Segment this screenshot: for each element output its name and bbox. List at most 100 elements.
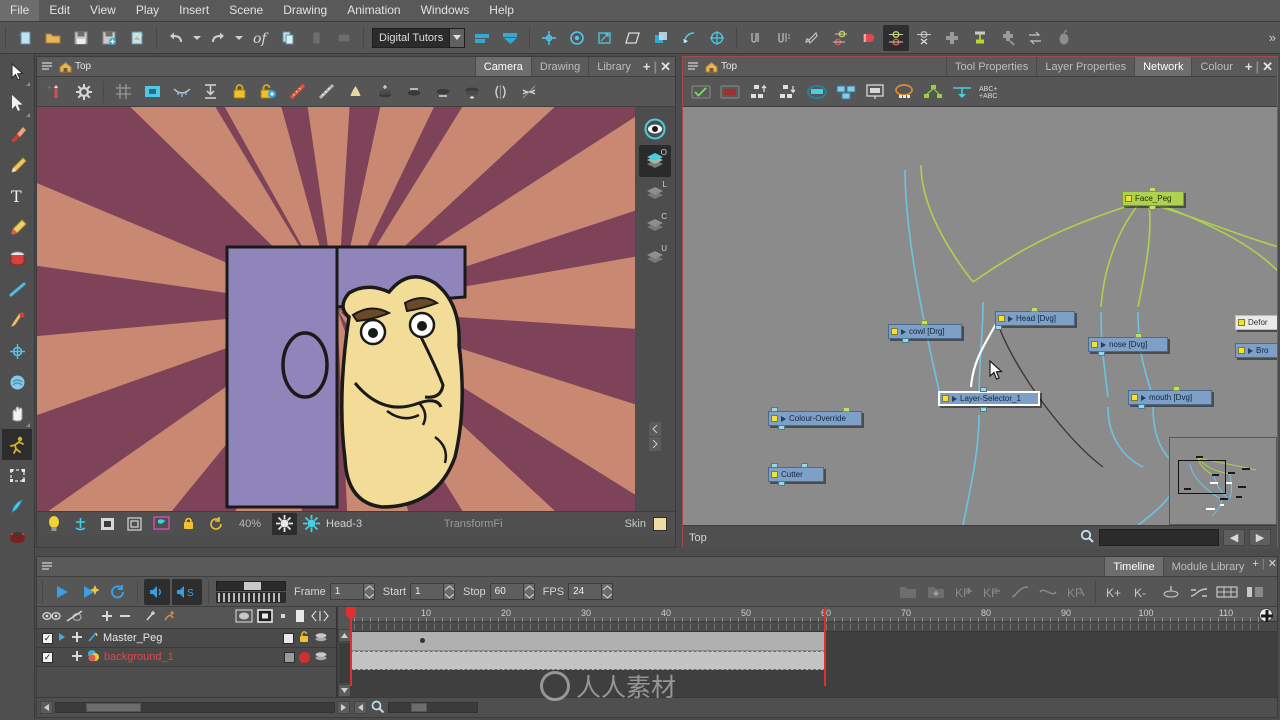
onion-skin-l-icon[interactable]: L [639,177,671,209]
network-canvas[interactable]: Face_Peg cowl [Drg] Head [Dvg] nose [Dvg… [683,107,1277,525]
scroll-up-button[interactable] [337,629,351,642]
node-cutter[interactable]: Cutter [768,467,824,482]
node-port-out[interactable] [1098,351,1105,356]
light-bulb-icon[interactable] [41,513,66,535]
flip-v-icon[interactable] [516,79,543,105]
add-peg-icon[interactable] [144,609,158,626]
fps-field[interactable]: FPS 24 [543,583,614,600]
node-port-in[interactable] [921,320,928,325]
panel-menu-icon[interactable] [683,57,703,76]
frame-stepper[interactable] [363,583,375,600]
node-nose[interactable]: nose [Dvg] [1088,337,1168,352]
duplicate-node-icon[interactable] [832,79,859,105]
add-view-button[interactable]: + [1252,558,1258,570]
node-layer-selector-1[interactable]: Layer-Selector_1 [938,391,1040,406]
stepper-down[interactable] [524,592,534,600]
play-selection-icon[interactable] [77,579,103,605]
keyframe-del-icon[interactable]: KF [979,579,1005,605]
zoom-slider-thumb[interactable] [411,703,427,712]
onion-next-icon[interactable] [429,79,456,105]
pencil-tool[interactable] [2,150,32,181]
fit-network-icon[interactable] [919,79,946,105]
split-icon[interactable] [1242,579,1268,605]
network-search-input[interactable] [1099,529,1219,546]
node-expand-icon[interactable] [901,328,906,335]
disable-node-icon[interactable] [716,79,743,105]
hand-tool[interactable] [2,398,32,429]
morph-tool[interactable] [2,367,32,398]
layer-colour-swatch[interactable] [283,632,294,644]
close-view-button[interactable]: ✕ [1268,558,1277,570]
reset-icon[interactable] [203,513,228,535]
search-next-button[interactable]: ▶ [1249,529,1271,546]
tab-tool-properties[interactable]: Tool Properties [946,57,1036,76]
expand-icon[interactable] [311,610,329,625]
drawing-icon[interactable] [342,79,369,105]
menu-edit[interactable]: Edit [39,0,80,21]
tab-layer-properties[interactable]: Layer Properties [1036,57,1134,76]
onion-toggle-icon[interactable] [299,513,324,535]
layer-colour-swatch[interactable] [284,651,295,663]
drawing-layer-icon[interactable] [87,649,100,665]
add-frame-icon[interactable] [469,25,495,51]
ease-icon[interactable] [1035,579,1061,605]
search-prev-button[interactable]: ◀ [1223,529,1245,546]
onion-skin-c-icon[interactable]: C [639,209,671,241]
sound-icon[interactable] [144,578,170,605]
paste-special-icon[interactable] [331,25,357,51]
onion-icon[interactable] [1158,579,1184,605]
stepper-up[interactable] [364,584,374,592]
stop-field[interactable]: Stop 60 [463,583,535,600]
scene-selector[interactable]: Digital Tutors [372,27,466,48]
node-port-in[interactable] [1135,333,1142,338]
node-face-peg[interactable]: Face_Peg [1122,191,1184,206]
node-expand-icon[interactable] [1008,315,1013,322]
table-icon[interactable] [1214,579,1240,605]
cutter-tool[interactable] [2,88,32,119]
sound-scrub-icon[interactable]: S [172,578,202,605]
ruler-icon[interactable] [284,79,311,105]
add-view-button[interactable]: + [643,59,651,74]
align-icon[interactable] [197,79,224,105]
focus-node-icon[interactable] [803,79,830,105]
rename-icon[interactable]: ABC+ +ABC [977,79,1011,105]
stepper-up[interactable] [524,584,534,592]
unlock-add-icon[interactable] [255,79,282,105]
remove-layer-icon[interactable] [118,609,132,626]
curve-icon[interactable] [1007,579,1033,605]
undo-icon[interactable] [163,25,189,51]
hscroll-right-button[interactable] [337,701,350,714]
save-icon[interactable] [68,25,94,51]
fps-stepper[interactable] [602,583,614,600]
node-expand-icon[interactable] [1248,347,1253,354]
node-chip[interactable] [942,395,949,402]
rotate-icon[interactable] [564,25,590,51]
keyframe-minus-icon[interactable]: K- [1130,579,1156,605]
layer-expand-icon[interactable] [57,632,67,645]
network-minimap[interactable] [1169,437,1277,525]
line-tool[interactable] [2,274,32,305]
node-chip[interactable] [1091,341,1098,348]
redo-icon[interactable] [205,25,231,51]
undo-dropdown-icon[interactable] [191,25,203,51]
keyframe-all-icon[interactable]: KF [1063,579,1089,605]
tab-module-library[interactable]: Module Library [1162,557,1253,576]
panel-collapse-handles[interactable] [649,422,661,451]
node-port-in[interactable] [1031,307,1038,312]
stepper-down[interactable] [602,592,613,600]
onion-skin-o-icon[interactable]: O [639,145,671,177]
stop-frame-marker[interactable] [824,607,826,686]
magnifier-icon[interactable] [1080,529,1094,546]
menu-file[interactable]: File [0,0,40,21]
rig-tool-1-icon[interactable] [743,25,769,51]
tab-colour[interactable]: Colour [1191,57,1240,76]
node-deformation[interactable]: Defor [1235,315,1277,330]
node-chip[interactable] [998,315,1005,322]
speech-icon[interactable] [149,513,174,535]
stop-stepper[interactable] [523,583,535,600]
play-icon[interactable] [49,579,75,605]
onion-range-icon[interactable] [458,79,485,105]
node-port-out[interactable] [778,481,785,486]
keyframe-add-icon[interactable]: KF [951,579,977,605]
node-chip[interactable] [1238,347,1245,354]
